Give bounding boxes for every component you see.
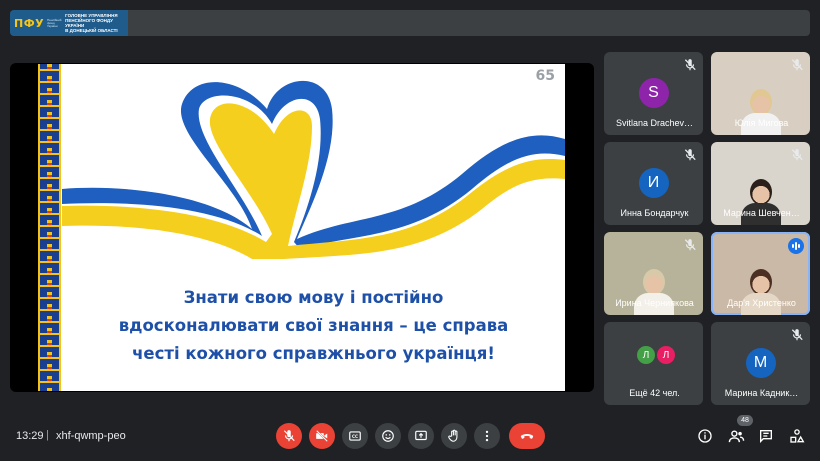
participant-tile[interactable]: S Svitlana Drachev… (604, 52, 703, 135)
participant-tile[interactable]: Юлія Мигова (711, 52, 810, 135)
participant-count-badge: 48 (737, 415, 753, 426)
participant-name: Юлія Мигова (734, 118, 789, 128)
present-icon (415, 430, 427, 441)
participant-video (740, 269, 781, 315)
quote-line-3: честі кожного справжнього українця! (132, 344, 495, 363)
camera-toggle-button[interactable] (309, 423, 335, 449)
more-options-button[interactable] (474, 423, 500, 449)
clock: 13:29 (16, 430, 44, 442)
mic-muted-icon (684, 149, 696, 161)
bottom-bar: 13:29 | xhf-qwmp-peo CC 48 (0, 415, 820, 457)
mic-off-icon (283, 430, 295, 442)
participant-name: Инна Бондарчук (620, 208, 689, 218)
participant-name: Дар'я Христенко (727, 298, 796, 308)
chat-icon (760, 430, 772, 443)
mic-muted-icon (791, 329, 803, 341)
participant-name: Ещё 42 чел. (629, 388, 680, 398)
slide: 65 Знати свою мову і постійно вдосконалю… (38, 64, 565, 391)
captions-icon: CC (349, 431, 361, 441)
org-line-3: В ДОНЕЦЬКІЙ ОБЛАСТІ (65, 28, 118, 34)
mini-avatar: Л (657, 346, 675, 364)
end-call-icon (520, 434, 534, 439)
mic-muted-icon (684, 59, 696, 71)
mic-muted-icon (791, 59, 803, 71)
speaking-indicator-icon (788, 238, 804, 254)
emoji-icon (382, 430, 394, 442)
more-participants-avatars: ЛЛ (637, 346, 675, 364)
avatar: И (638, 168, 669, 198)
svg-text:CC: CC (352, 434, 358, 439)
quote-line-2: вдосконалювати свої знання – це справа (118, 316, 509, 335)
avatar: M (745, 348, 776, 378)
avatar: S (638, 78, 669, 108)
participant-name: Марина Кадник… (724, 388, 799, 398)
participant-tile[interactable]: Ирина Черниякова (604, 232, 703, 315)
participant-name: Ирина Черниякова (615, 298, 694, 308)
participant-tile[interactable]: Дар'я Христенко (711, 232, 810, 315)
participant-tile[interactable]: M Марина Кадник… (711, 322, 810, 405)
ribbon-heart-image (62, 80, 565, 259)
activities-button[interactable] (788, 427, 806, 445)
end-call-button[interactable] (509, 423, 545, 449)
participant-tile[interactable]: И Инна Бондарчук (604, 142, 703, 225)
logo-mark: ПФУ (14, 16, 45, 30)
camera-off-icon (316, 430, 328, 442)
meeting-info-button[interactable] (696, 427, 714, 445)
captions-button[interactable]: CC (342, 423, 368, 449)
more-options-icon (485, 430, 489, 442)
org-name: ГОЛОВНЕ УПРАВЛІННЯ ПЕНСІЙНОГО ФОНДУ УКРА… (65, 13, 128, 34)
participant-name: Марина Шевчен… (723, 208, 800, 218)
activities-icon (790, 429, 805, 443)
participant-video (633, 269, 674, 315)
participant-video (740, 89, 781, 135)
raise-hand-icon (448, 429, 458, 442)
participant-video (740, 179, 781, 225)
present-button[interactable] (408, 423, 434, 449)
mic-toggle-button[interactable] (276, 423, 302, 449)
raise-hand-button[interactable] (441, 423, 467, 449)
quote-line-1: Знати свою мову і постійно (183, 288, 444, 307)
logo-subtitle: Пенсійний фонд України (47, 17, 62, 28)
chat-button[interactable] (757, 427, 775, 445)
people-icon (728, 429, 744, 442)
participant-tile[interactable]: Марина Шевчен… (711, 142, 810, 225)
mic-muted-icon (684, 239, 696, 251)
participant-name: Svitlana Drachev… (615, 118, 694, 128)
org-line-2: ПЕНСІЙНОГО ФОНДУ УКРАЇНИ (65, 17, 113, 28)
people-button[interactable] (727, 427, 745, 445)
mic-muted-icon (791, 149, 803, 161)
participant-tile[interactable]: Л Л Ещё 42 чел. (604, 322, 703, 405)
embroidery-ornament (38, 64, 61, 391)
top-banner: ПФУ Пенсійний фонд України ГОЛОВНЕ УПРАВ… (10, 10, 810, 36)
pfu-logo: ПФУ Пенсійний фонд України ГОЛОВНЕ УПРАВ… (10, 10, 128, 36)
presentation-stage[interactable]: 65 Знати свою мову і постійно вдосконалю… (10, 63, 594, 392)
mini-avatar: Л (637, 346, 655, 364)
slide-quote: Знати свою мову і постійно вдосконалюват… (62, 284, 565, 368)
emoji-button[interactable] (375, 423, 401, 449)
separator: | (46, 429, 49, 441)
meeting-code[interactable]: xhf-qwmp-peo (56, 430, 126, 442)
info-icon (698, 429, 712, 443)
